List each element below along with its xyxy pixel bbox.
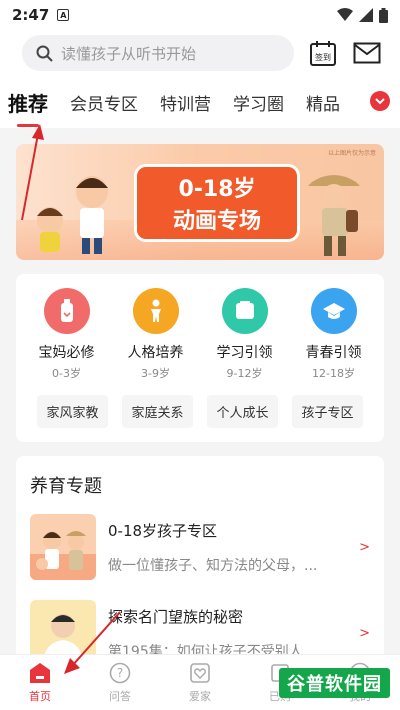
category-age: 3-9岁 — [141, 367, 170, 380]
list-item[interactable]: 0-18岁孩子专区 做一位懂孩子、知方法的父母，... > — [30, 514, 370, 580]
category-age: 0-3岁 — [52, 367, 81, 380]
category-panel: 宝妈必修 0-3岁 人格培养 3-9岁 学习引领 9-12岁 青春引领 12-1… — [16, 274, 384, 442]
checkin-label: 签到 — [315, 52, 331, 62]
kids-illustration-right — [308, 175, 360, 256]
category-item-personality[interactable]: 人格培养 3-9岁 — [116, 288, 196, 381]
cellular-signal-icon — [359, 8, 373, 22]
checkin-button[interactable]: 签到 — [308, 38, 338, 68]
tab-recommended[interactable]: 推荐 — [8, 88, 48, 117]
battery-icon — [379, 7, 388, 23]
calendar-checkin-icon: 签到 — [310, 41, 336, 66]
promo-banner[interactable]: 以上图片仅为示意 0-18岁 动画专场 — [16, 144, 384, 260]
category-item-study-guide[interactable]: 学习引领 9-12岁 — [205, 288, 285, 381]
status-bar: 2:47 A — [0, 0, 400, 30]
topic-thumbnail — [30, 514, 96, 580]
category-name: 学习引领 — [216, 345, 273, 361]
age-category-row: 宝妈必修 0-3岁 人格培养 3-9岁 学习引领 9-12岁 青春引领 12-1… — [16, 288, 384, 381]
top-header: 读懂孩子从听书开始 签到 — [0, 30, 400, 76]
mail-icon — [353, 42, 381, 64]
category-name: 青春引领 — [305, 345, 362, 361]
nav-qa[interactable]: ? 问答 — [80, 655, 160, 710]
kids-illustration-left — [37, 176, 108, 254]
tab-learning-circle[interactable]: 学习圈 — [233, 90, 284, 115]
topic-title: 0-18岁孩子专区 — [108, 521, 218, 540]
search-placeholder: 读懂孩子从听书开始 — [61, 44, 197, 63]
category-age: 12-18岁 — [312, 367, 355, 380]
status-time: 2:47 — [12, 6, 50, 24]
topic-text: 0-18岁孩子专区 做一位懂孩子、知方法的父母，... — [108, 520, 349, 575]
category-age: 9-12岁 — [226, 367, 263, 380]
nav-label: 首页 — [29, 689, 51, 703]
tag-personal-growth[interactable]: 个人成长 — [207, 395, 278, 428]
chevron-right-icon: > — [359, 539, 370, 555]
banner-line-1: 0-18岁 — [178, 177, 256, 202]
wifi-icon — [337, 8, 353, 21]
tag-family-relations[interactable]: 家庭关系 — [122, 395, 193, 428]
tag-family-tradition[interactable]: 家风家教 — [37, 395, 108, 428]
topic-subtitle: 做一位懂孩子、知方法的父母，... — [108, 557, 318, 574]
banner-small-text: 以上图片仅为示意 — [327, 150, 376, 157]
parenting-topics-panel: 养育专题 0-18岁孩子专区 做一位懂孩子、知方法的父母，... > 探索名门望… — [16, 456, 384, 676]
category-tabs: 推荐 会员专区 特训营 学习圈 精品 — [0, 76, 400, 128]
section-title: 养育专题 — [30, 476, 102, 497]
search-bar[interactable]: 读懂孩子从听书开始 — [22, 35, 294, 71]
topic-text: 探索名门望族的秘密 第195集：如何让孩子不受别人... — [108, 606, 349, 661]
nav-label: 问答 — [109, 689, 131, 703]
tab-premium[interactable]: 精品 — [306, 90, 340, 115]
tab-training-camp[interactable]: 特训营 — [160, 90, 211, 115]
svg-text:?: ? — [117, 666, 123, 680]
main-content: 以上图片仅为示意 0-18岁 动画专场 宝妈必修 0-3岁 人格培养 3-9岁 … — [0, 128, 400, 676]
category-name: 人格培养 — [127, 345, 184, 361]
tab-member-zone[interactable]: 会员专区 — [70, 90, 138, 115]
child-icon — [132, 288, 179, 334]
heart-house-icon — [190, 662, 210, 683]
topic-tag-row: 家风家教 家庭关系 个人成长 孩子专区 — [16, 395, 384, 428]
category-name: 宝妈必修 — [38, 345, 95, 361]
more-tabs-button[interactable] — [370, 91, 390, 111]
home-icon — [30, 662, 50, 683]
nav-home[interactable]: 首页 — [0, 655, 80, 710]
banner-headline-card: 0-18岁 动画专场 — [134, 164, 300, 242]
category-item-youth-guide[interactable]: 青春引领 12-18岁 — [294, 288, 374, 381]
banner-line-2: 动画专场 — [172, 209, 261, 234]
tag-kids-zone[interactable]: 孩子专区 — [292, 395, 363, 428]
graduation-cap-icon — [310, 288, 357, 334]
nav-love-home[interactable]: 爱家 — [160, 655, 240, 710]
bottle-icon — [43, 288, 90, 334]
message-button[interactable] — [352, 38, 382, 68]
chevron-right-icon: > — [359, 625, 370, 641]
book-icon — [221, 288, 268, 334]
app-notification-icon: A — [57, 9, 70, 21]
question-icon: ? — [109, 662, 131, 683]
topic-title: 探索名门望族的秘密 — [108, 607, 244, 626]
watermark-logo: 谷普软件园 — [279, 668, 390, 698]
chevron-down-icon — [375, 97, 385, 104]
category-item-mother-course[interactable]: 宝妈必修 0-3岁 — [27, 288, 107, 381]
nav-label: 爱家 — [189, 689, 211, 703]
search-icon — [36, 45, 53, 62]
